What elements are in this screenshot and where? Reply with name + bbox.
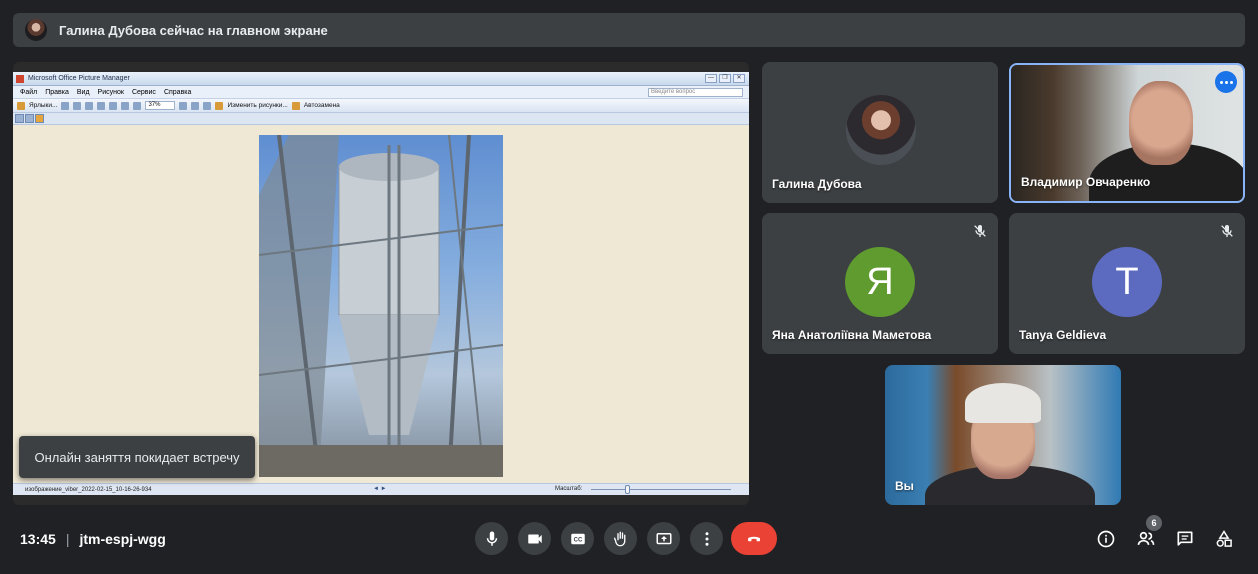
- self-video-hair: [965, 383, 1041, 423]
- raise-hand-button[interactable]: [604, 522, 637, 555]
- picture-manager-window: Microsoft Office Picture Manager — ❐ ✕ Ф…: [13, 72, 749, 495]
- close-window-button: ✕: [733, 74, 745, 83]
- undo-icon: [121, 101, 130, 110]
- camera-icon: [527, 534, 542, 543]
- microphone-button[interactable]: [475, 522, 508, 555]
- presenter-banner: Галина Дубова сейчас на главном экране: [13, 13, 1245, 47]
- silo-photo: [259, 135, 503, 477]
- people-count-badge: 6: [1146, 515, 1162, 531]
- camera-button[interactable]: [518, 522, 551, 555]
- window-title: Microsoft Office Picture Manager: [28, 75, 130, 82]
- captions-button[interactable]: CC: [561, 522, 594, 555]
- view-mode-bar: [13, 113, 749, 125]
- status-filename: изображение_viber_2022-02-15_10-16-26-93…: [25, 486, 152, 493]
- participant-name: Tanya Geldieva: [1019, 328, 1107, 342]
- chat-icon: [1177, 531, 1193, 546]
- paste-icon: [97, 101, 106, 110]
- meeting-code: jtm-espj-wgg: [79, 531, 166, 547]
- hand-icon: [613, 531, 625, 546]
- zoom-slider-track: [591, 489, 731, 490]
- participant-tile-vladimir[interactable]: Владимир Овчаренко: [1009, 63, 1245, 203]
- window-menubar: Файл Правка Вид Рисунок Сервис Справка В…: [13, 86, 749, 99]
- window-statusbar: изображение_viber_2022-02-15_10-16-26-93…: [13, 483, 749, 495]
- window-titlebar: Microsoft Office Picture Manager — ❐ ✕: [13, 72, 749, 86]
- shortcuts-icon: [17, 101, 25, 110]
- single-view-icon: [35, 114, 44, 123]
- maximize-button: ❐: [719, 74, 731, 83]
- print-icon: [73, 101, 82, 110]
- captions-icon: CC: [570, 533, 585, 544]
- participant-name: Галина Дубова: [772, 177, 862, 191]
- zoom-select: 37%: [145, 101, 176, 110]
- people-icon: [1137, 531, 1155, 545]
- yana-avatar: Я: [845, 247, 915, 317]
- leave-call-button[interactable]: [731, 522, 777, 555]
- menu-tools: Сервис: [131, 88, 156, 96]
- presenter-avatar: [25, 19, 47, 41]
- zoom-icon: [179, 101, 188, 110]
- participant-name: Владимир Овчаренко: [1021, 175, 1151, 189]
- status-nav-arrows: ◄ ►: [373, 486, 387, 492]
- menu-picture: Рисунок: [97, 88, 124, 96]
- presenter-banner-text: Галина Дубова сейчас на главном экране: [59, 22, 328, 38]
- activities-icon: [1216, 530, 1232, 547]
- mic-off-icon: [1221, 225, 1233, 237]
- galina-avatar: [846, 95, 916, 165]
- vladimir-video-face: [1129, 81, 1193, 165]
- more-vert-icon: [705, 531, 708, 546]
- tanya-avatar: T: [1092, 247, 1162, 317]
- delete-icon: [109, 101, 118, 110]
- activities-button[interactable]: [1213, 528, 1235, 550]
- menu-view: Вид: [76, 88, 90, 96]
- participant-tile-galina[interactable]: Галина Дубова: [762, 62, 998, 203]
- ask-question-box: Введите вопрос: [648, 87, 743, 97]
- meeting-details-button[interactable]: [1095, 528, 1117, 550]
- more-options-icon[interactable]: [1215, 71, 1237, 93]
- edit-pictures-label: Изменить рисунки...: [227, 102, 288, 109]
- shortcuts-label: Ярлыки...: [29, 102, 58, 109]
- people-button[interactable]: [1135, 528, 1157, 550]
- mic-off-icon: [974, 225, 986, 237]
- rotate-right-icon: [203, 101, 212, 110]
- more-options-button[interactable]: [690, 522, 723, 555]
- present-screen-icon: [656, 532, 671, 544]
- self-view-tile[interactable]: Вы: [885, 365, 1121, 505]
- participant-tile-yana[interactable]: Я Яна Анатоліївна Маметова: [762, 213, 998, 354]
- present-screen-button[interactable]: [647, 522, 680, 555]
- hang-up-icon: [748, 536, 760, 541]
- save-icon: [61, 101, 70, 110]
- menu-edit: Правка: [45, 88, 69, 96]
- meeting-info: 13:45 | jtm-espj-wgg: [20, 531, 166, 547]
- participant-name: Вы: [895, 479, 914, 493]
- window-toolbar: Ярлыки... 37% Изменить рисунки... Автоза…: [13, 99, 749, 113]
- separator: |: [65, 531, 70, 547]
- info-icon: [1097, 530, 1115, 548]
- leave-notification-toast: Онлайн заняття покидает встречу: [19, 436, 255, 478]
- picture-canvas: [13, 135, 749, 481]
- autofix-icon: [291, 101, 300, 110]
- thumbnail-view-icon: [15, 114, 24, 123]
- copy-icon: [85, 101, 94, 110]
- rotate-left-icon: [191, 101, 200, 110]
- minimize-button: —: [705, 74, 717, 83]
- autofix-label: Автозамена: [303, 102, 340, 109]
- zoom-slider-knob: [625, 485, 630, 494]
- chat-button[interactable]: [1174, 528, 1196, 550]
- status-zoom-label: Масштаб:: [555, 486, 583, 492]
- edit-pictures-icon: [215, 101, 224, 110]
- participant-name: Яна Анатоліївна Маметова: [772, 328, 932, 342]
- microphone-icon: [486, 531, 497, 546]
- participant-tile-tanya[interactable]: T Tanya Geldieva: [1009, 213, 1245, 354]
- redo-icon: [133, 101, 142, 110]
- clock-time: 13:45: [20, 531, 56, 547]
- menu-help: Справка: [163, 88, 192, 96]
- filmstrip-view-icon: [25, 114, 34, 123]
- app-icon: [16, 74, 24, 83]
- menu-file: Файл: [20, 88, 38, 96]
- svg-text:CC: CC: [573, 537, 582, 543]
